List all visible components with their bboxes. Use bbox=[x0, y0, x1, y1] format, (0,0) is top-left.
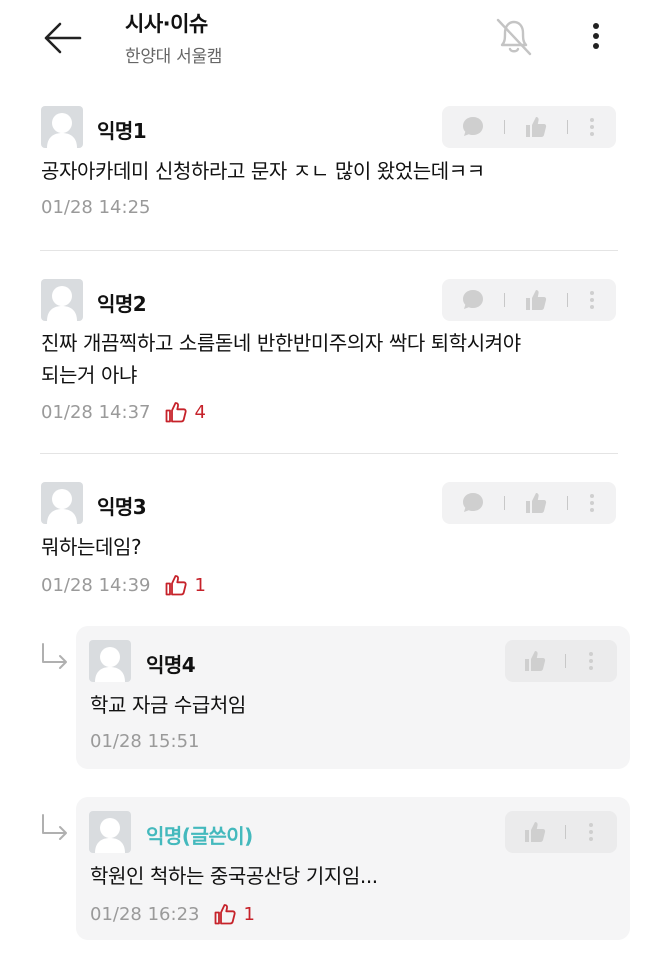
board-title: 시사·이슈 bbox=[125, 12, 208, 36]
comment-icon bbox=[463, 290, 483, 309]
comment-nickname: 익명1 bbox=[97, 119, 147, 143]
thumbs-up-icon bbox=[166, 402, 188, 423]
thumbs-up-icon bbox=[166, 575, 188, 596]
reply-more-button[interactable] bbox=[566, 821, 616, 843]
thumbs-up-icon bbox=[526, 290, 547, 310]
comment-timestamp: 01/28 14:39 bbox=[41, 574, 151, 596]
comment-more-button[interactable] bbox=[568, 116, 616, 138]
reply-meta: 01/28 16:23 1 bbox=[90, 902, 255, 926]
avatar-icon bbox=[89, 811, 131, 853]
reply-text: 학교 자금 수급처임 bbox=[90, 693, 246, 717]
back-button[interactable] bbox=[40, 18, 84, 58]
comment-divider bbox=[40, 453, 618, 454]
reply-button[interactable] bbox=[442, 288, 504, 312]
thumbs-up-icon bbox=[526, 493, 547, 513]
reply-action-bar bbox=[505, 640, 617, 682]
comment-more-button[interactable] bbox=[568, 289, 616, 311]
thumbs-up-icon bbox=[526, 117, 547, 137]
reply-meta: 01/28 15:51 bbox=[90, 731, 199, 752]
more-vertical-icon bbox=[589, 823, 593, 841]
avatar-icon bbox=[41, 106, 83, 148]
comment-meta: 01/28 14:37 4 bbox=[41, 400, 206, 424]
comment-text-line-2: 되는거 아냐 bbox=[41, 363, 137, 387]
reply-arrow-icon bbox=[42, 643, 67, 669]
like-count: 1 bbox=[194, 574, 206, 596]
like-button[interactable] bbox=[505, 491, 567, 515]
notification-toggle-button[interactable] bbox=[490, 12, 538, 60]
like-button[interactable] bbox=[505, 115, 567, 139]
reply-arrow-icon bbox=[42, 814, 67, 840]
more-vertical-icon bbox=[590, 291, 594, 309]
reply-action-bar bbox=[505, 811, 617, 853]
comment-text: 공자아카데미 신청하라고 문자 ㅈㄴ 많이 왔었는데ㅋㅋ bbox=[41, 159, 485, 183]
comment-nickname: 익명3 bbox=[97, 495, 147, 519]
thumbs-up-icon bbox=[525, 822, 546, 842]
avatar-icon bbox=[89, 640, 131, 682]
comment-action-bar bbox=[442, 279, 616, 321]
comment-icon bbox=[463, 117, 483, 136]
comment-timestamp: 01/28 14:25 bbox=[41, 197, 151, 218]
bell-off-icon bbox=[496, 18, 532, 56]
comment-icon bbox=[463, 493, 483, 512]
thumbs-up-icon bbox=[525, 651, 546, 671]
like-button[interactable] bbox=[505, 288, 567, 312]
comment-timestamp: 01/28 14:37 bbox=[41, 401, 151, 423]
thumbs-up-icon bbox=[215, 904, 237, 925]
like-count: 1 bbox=[243, 903, 255, 925]
avatar-icon bbox=[41, 482, 83, 524]
comment-more-button[interactable] bbox=[568, 492, 616, 514]
back-arrow-icon bbox=[44, 22, 82, 54]
comment-divider bbox=[40, 250, 618, 251]
more-vertical-icon bbox=[590, 494, 594, 512]
comment-action-bar bbox=[442, 106, 616, 148]
reply-1: 익명4 학교 자금 수급처임 01/28 15:51 bbox=[76, 626, 630, 769]
more-vertical-icon bbox=[590, 118, 594, 136]
avatar-icon bbox=[41, 279, 83, 321]
reply-button[interactable] bbox=[442, 491, 504, 515]
comment-meta: 01/28 14:39 1 bbox=[41, 573, 206, 597]
reply-2: 익명(글쓴이) 학원인 척하는 중국공산당 기지임... 01/28 16:23… bbox=[76, 797, 630, 940]
campus-subtitle: 한양대 서울캠 bbox=[125, 47, 223, 67]
app-header: 시사·이슈 한양대 서울캠 bbox=[0, 0, 658, 86]
like-count: 4 bbox=[194, 401, 206, 423]
reply-timestamp: 01/28 16:23 bbox=[90, 903, 200, 925]
more-options-button[interactable] bbox=[580, 16, 612, 56]
reply-nickname-author: 익명(글쓴이) bbox=[146, 824, 253, 848]
comment-meta: 01/28 14:25 bbox=[41, 197, 150, 218]
comment-text-line-1: 진짜 개끔찍하고 소름돋네 반한반미주의자 싹다 퇴학시켜야 bbox=[41, 331, 521, 355]
like-button[interactable] bbox=[505, 649, 565, 673]
comment-nickname: 익명2 bbox=[97, 292, 147, 316]
reply-more-button[interactable] bbox=[566, 650, 616, 672]
more-vertical-icon bbox=[593, 23, 599, 49]
reply-timestamp: 01/28 15:51 bbox=[90, 731, 200, 752]
comment-action-bar bbox=[442, 482, 616, 524]
like-button[interactable] bbox=[505, 820, 565, 844]
reply-button[interactable] bbox=[442, 115, 504, 139]
more-vertical-icon bbox=[589, 652, 593, 670]
reply-nickname: 익명4 bbox=[146, 653, 196, 677]
comment-text: 뭐하는데임? bbox=[41, 535, 142, 559]
reply-text: 학원인 척하는 중국공산당 기지임... bbox=[90, 864, 378, 888]
